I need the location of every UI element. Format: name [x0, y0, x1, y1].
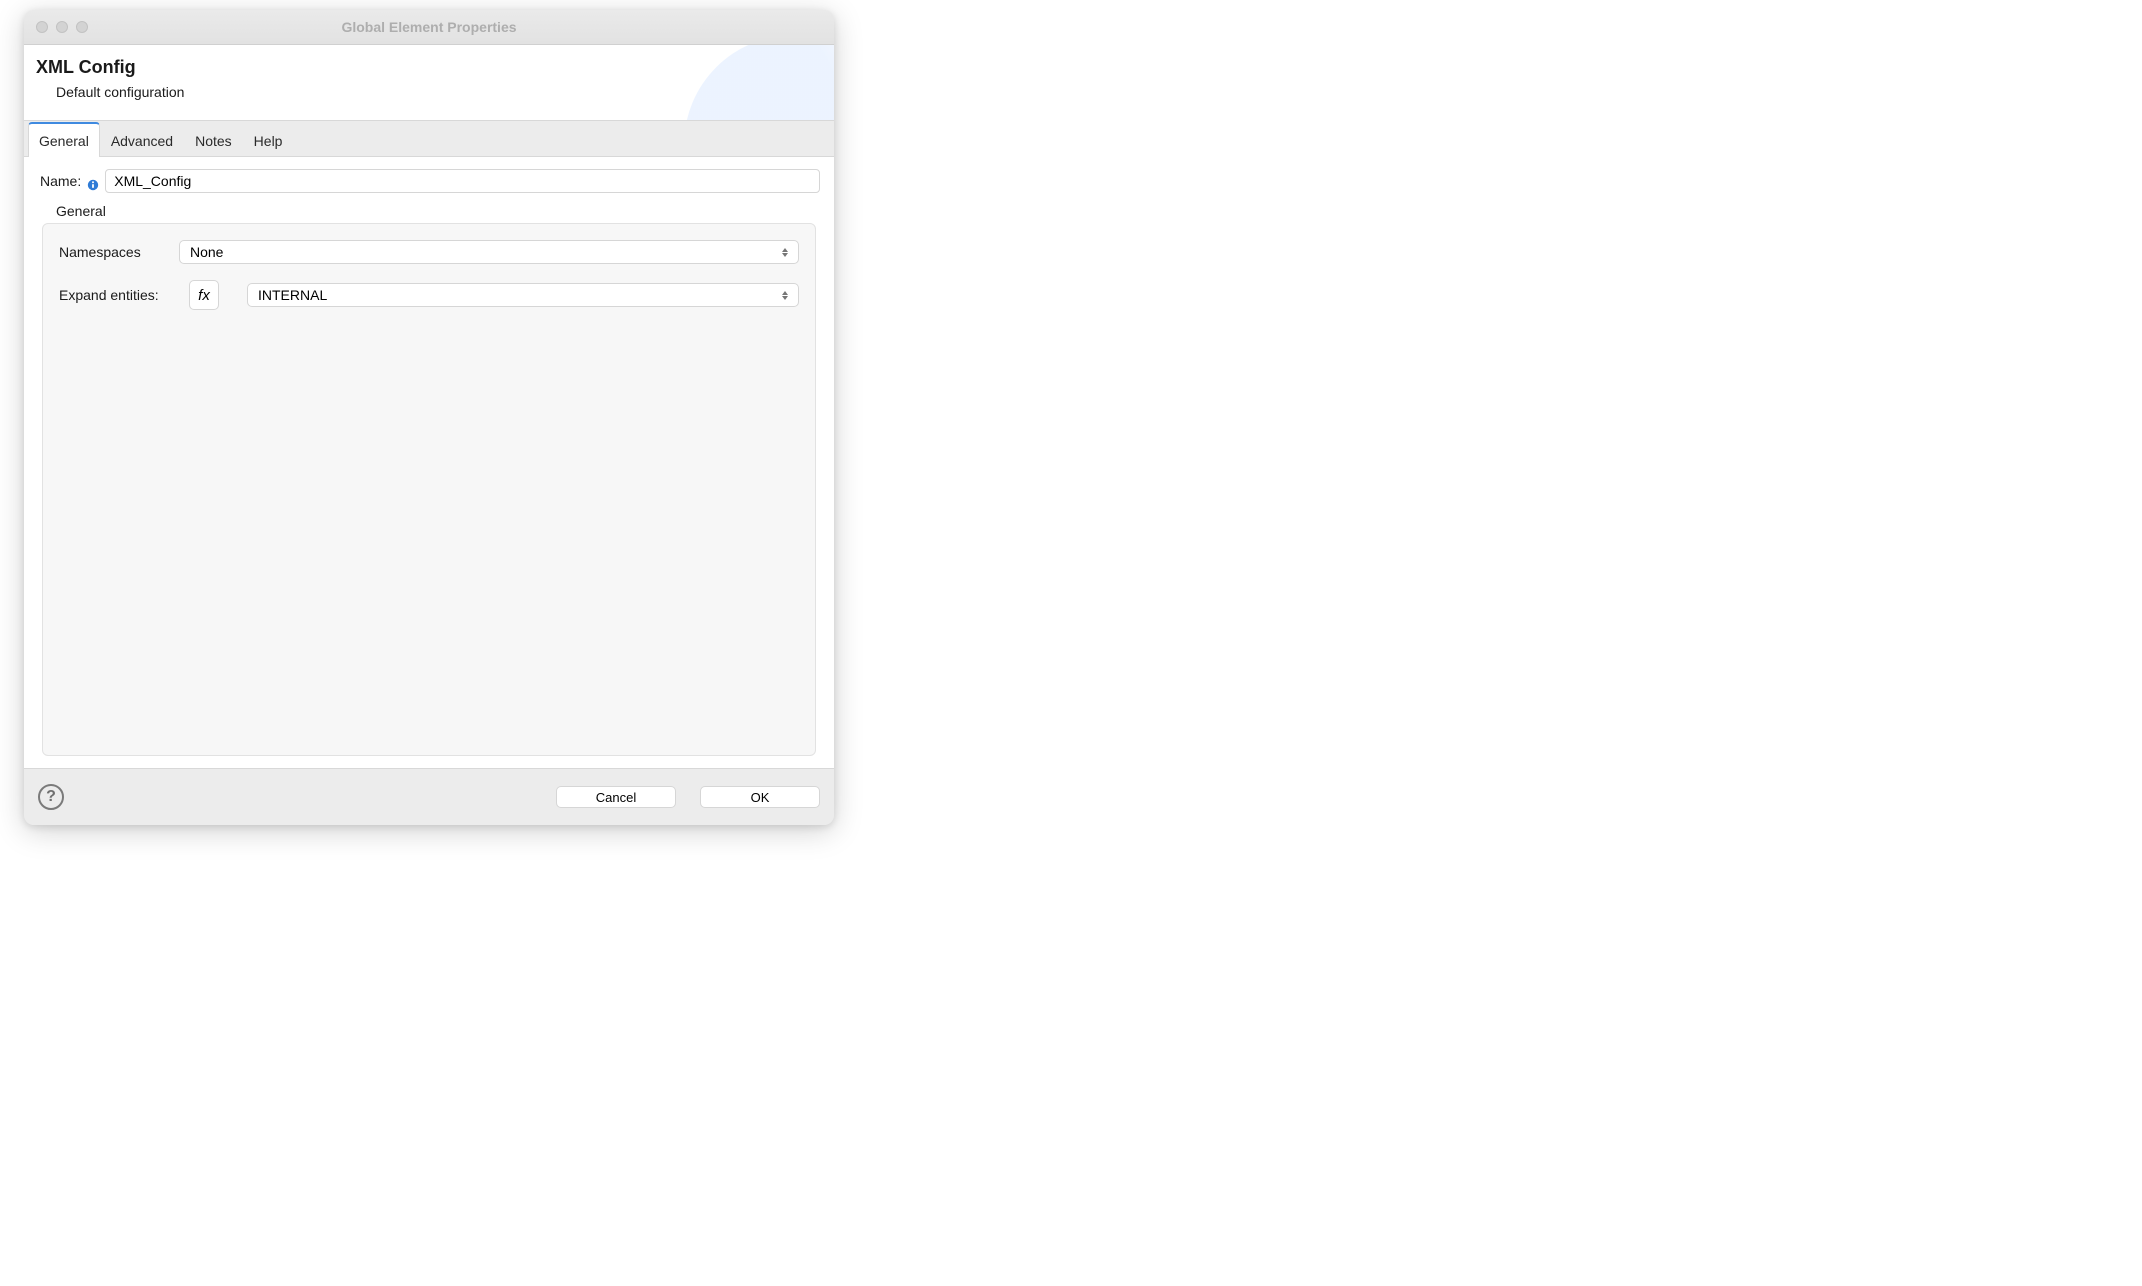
content-area: Name: General Namespaces None Expand ent…: [24, 157, 834, 769]
chevron-updown-icon: [780, 289, 790, 301]
namespaces-select[interactable]: None: [179, 240, 799, 264]
general-panel: Namespaces None Expand entities: fx INTE…: [42, 223, 816, 756]
cancel-button[interactable]: Cancel: [556, 786, 676, 808]
fx-button[interactable]: fx: [189, 280, 219, 310]
cancel-label: Cancel: [596, 790, 636, 805]
zoom-window-button[interactable]: [76, 21, 88, 33]
fx-icon: fx: [198, 287, 210, 304]
tab-general[interactable]: General: [28, 122, 100, 157]
namespaces-value: None: [190, 244, 223, 260]
minimize-window-button[interactable]: [56, 21, 68, 33]
page-title: XML Config: [36, 57, 818, 78]
name-label: Name:: [40, 173, 81, 189]
tab-help[interactable]: Help: [243, 123, 294, 157]
name-input[interactable]: [105, 169, 820, 193]
titlebar: Global Element Properties: [24, 10, 834, 45]
help-button[interactable]: ?: [38, 784, 64, 810]
dialog-window: Global Element Properties XML Config Def…: [24, 10, 834, 825]
footer: ? Cancel OK: [24, 769, 834, 825]
ok-button[interactable]: OK: [700, 786, 820, 808]
tab-advanced[interactable]: Advanced: [100, 123, 184, 157]
name-row: Name:: [40, 169, 820, 193]
expand-entities-label: Expand entities:: [59, 287, 189, 303]
tab-bar: General Advanced Notes Help: [24, 121, 834, 157]
tab-notes[interactable]: Notes: [184, 123, 243, 157]
chevron-updown-icon: [780, 246, 790, 258]
help-icon-glyph: ?: [46, 788, 56, 806]
expand-entities-value: INTERNAL: [258, 287, 327, 303]
traffic-lights: [36, 21, 88, 33]
close-window-button[interactable]: [36, 21, 48, 33]
info-icon: [87, 179, 99, 191]
expand-entities-select[interactable]: INTERNAL: [247, 283, 799, 307]
section-label-general: General: [56, 203, 824, 219]
header-strip: XML Config Default configuration: [24, 45, 834, 121]
ok-label: OK: [751, 790, 770, 805]
namespaces-label: Namespaces: [59, 244, 179, 260]
namespaces-row: Namespaces None: [59, 240, 799, 264]
expand-entities-row: Expand entities: fx INTERNAL: [59, 280, 799, 310]
window-title: Global Element Properties: [24, 19, 834, 35]
